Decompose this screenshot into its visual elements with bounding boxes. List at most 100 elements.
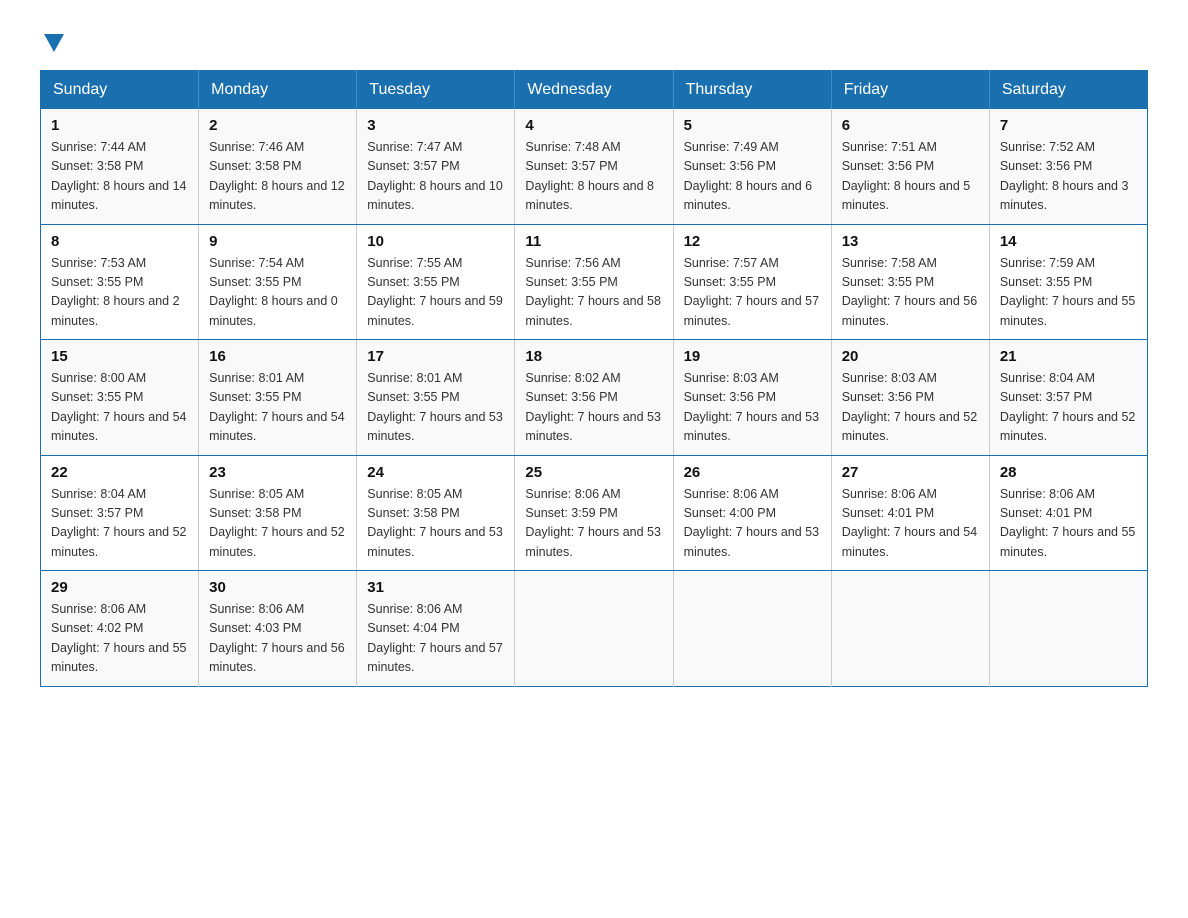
day-number: 21 — [1000, 348, 1137, 365]
logo — [40, 30, 64, 50]
calendar-cell — [831, 571, 989, 687]
day-info: Sunrise: 8:01 AMSunset: 3:55 PMDaylight:… — [367, 369, 504, 447]
day-number: 25 — [525, 464, 662, 481]
day-info: Sunrise: 8:06 AMSunset: 3:59 PMDaylight:… — [525, 485, 662, 563]
calendar-cell: 9 Sunrise: 7:54 AMSunset: 3:55 PMDayligh… — [199, 224, 357, 340]
calendar-cell: 25 Sunrise: 8:06 AMSunset: 3:59 PMDaylig… — [515, 455, 673, 571]
day-info: Sunrise: 7:47 AMSunset: 3:57 PMDaylight:… — [367, 138, 504, 216]
day-info: Sunrise: 8:06 AMSunset: 4:01 PMDaylight:… — [1000, 485, 1137, 563]
day-number: 15 — [51, 348, 188, 365]
calendar-week-row: 15 Sunrise: 8:00 AMSunset: 3:55 PMDaylig… — [41, 340, 1148, 456]
day-info: Sunrise: 8:06 AMSunset: 4:03 PMDaylight:… — [209, 600, 346, 678]
day-info: Sunrise: 8:04 AMSunset: 3:57 PMDaylight:… — [1000, 369, 1137, 447]
calendar-cell: 23 Sunrise: 8:05 AMSunset: 3:58 PMDaylig… — [199, 455, 357, 571]
day-info: Sunrise: 7:58 AMSunset: 3:55 PMDaylight:… — [842, 254, 979, 332]
day-info: Sunrise: 8:06 AMSunset: 4:01 PMDaylight:… — [842, 485, 979, 563]
day-number: 6 — [842, 117, 979, 134]
day-number: 28 — [1000, 464, 1137, 481]
calendar-week-row: 22 Sunrise: 8:04 AMSunset: 3:57 PMDaylig… — [41, 455, 1148, 571]
weekday-header-monday: Monday — [199, 71, 357, 110]
calendar-cell: 27 Sunrise: 8:06 AMSunset: 4:01 PMDaylig… — [831, 455, 989, 571]
calendar-cell: 28 Sunrise: 8:06 AMSunset: 4:01 PMDaylig… — [989, 455, 1147, 571]
day-info: Sunrise: 7:59 AMSunset: 3:55 PMDaylight:… — [1000, 254, 1137, 332]
calendar-cell: 21 Sunrise: 8:04 AMSunset: 3:57 PMDaylig… — [989, 340, 1147, 456]
day-info: Sunrise: 8:01 AMSunset: 3:55 PMDaylight:… — [209, 369, 346, 447]
day-number: 9 — [209, 233, 346, 250]
day-info: Sunrise: 7:44 AMSunset: 3:58 PMDaylight:… — [51, 138, 188, 216]
day-number: 3 — [367, 117, 504, 134]
calendar-cell: 6 Sunrise: 7:51 AMSunset: 3:56 PMDayligh… — [831, 109, 989, 224]
calendar-cell: 24 Sunrise: 8:05 AMSunset: 3:58 PMDaylig… — [357, 455, 515, 571]
weekday-header-thursday: Thursday — [673, 71, 831, 110]
day-number: 4 — [525, 117, 662, 134]
day-number: 11 — [525, 233, 662, 250]
day-number: 26 — [684, 464, 821, 481]
day-number: 22 — [51, 464, 188, 481]
calendar-cell: 13 Sunrise: 7:58 AMSunset: 3:55 PMDaylig… — [831, 224, 989, 340]
calendar-cell: 29 Sunrise: 8:06 AMSunset: 4:02 PMDaylig… — [41, 571, 199, 687]
calendar-cell: 10 Sunrise: 7:55 AMSunset: 3:55 PMDaylig… — [357, 224, 515, 340]
day-info: Sunrise: 8:03 AMSunset: 3:56 PMDaylight:… — [684, 369, 821, 447]
day-number: 16 — [209, 348, 346, 365]
calendar-cell: 26 Sunrise: 8:06 AMSunset: 4:00 PMDaylig… — [673, 455, 831, 571]
day-info: Sunrise: 7:55 AMSunset: 3:55 PMDaylight:… — [367, 254, 504, 332]
calendar-cell: 1 Sunrise: 7:44 AMSunset: 3:58 PMDayligh… — [41, 109, 199, 224]
day-number: 18 — [525, 348, 662, 365]
day-info: Sunrise: 7:46 AMSunset: 3:58 PMDaylight:… — [209, 138, 346, 216]
calendar-cell: 30 Sunrise: 8:06 AMSunset: 4:03 PMDaylig… — [199, 571, 357, 687]
calendar-cell: 14 Sunrise: 7:59 AMSunset: 3:55 PMDaylig… — [989, 224, 1147, 340]
weekday-header-sunday: Sunday — [41, 71, 199, 110]
day-number: 31 — [367, 579, 504, 596]
calendar-cell: 15 Sunrise: 8:00 AMSunset: 3:55 PMDaylig… — [41, 340, 199, 456]
day-info: Sunrise: 7:49 AMSunset: 3:56 PMDaylight:… — [684, 138, 821, 216]
day-info: Sunrise: 8:00 AMSunset: 3:55 PMDaylight:… — [51, 369, 188, 447]
day-info: Sunrise: 8:02 AMSunset: 3:56 PMDaylight:… — [525, 369, 662, 447]
day-info: Sunrise: 7:54 AMSunset: 3:55 PMDaylight:… — [209, 254, 346, 332]
calendar-cell: 5 Sunrise: 7:49 AMSunset: 3:56 PMDayligh… — [673, 109, 831, 224]
day-info: Sunrise: 8:03 AMSunset: 3:56 PMDaylight:… — [842, 369, 979, 447]
day-info: Sunrise: 7:51 AMSunset: 3:56 PMDaylight:… — [842, 138, 979, 216]
day-info: Sunrise: 8:06 AMSunset: 4:00 PMDaylight:… — [684, 485, 821, 563]
calendar-cell: 3 Sunrise: 7:47 AMSunset: 3:57 PMDayligh… — [357, 109, 515, 224]
day-info: Sunrise: 7:57 AMSunset: 3:55 PMDaylight:… — [684, 254, 821, 332]
day-info: Sunrise: 7:56 AMSunset: 3:55 PMDaylight:… — [525, 254, 662, 332]
calendar-cell: 16 Sunrise: 8:01 AMSunset: 3:55 PMDaylig… — [199, 340, 357, 456]
day-info: Sunrise: 7:48 AMSunset: 3:57 PMDaylight:… — [525, 138, 662, 216]
day-info: Sunrise: 8:05 AMSunset: 3:58 PMDaylight:… — [209, 485, 346, 563]
day-info: Sunrise: 8:06 AMSunset: 4:04 PMDaylight:… — [367, 600, 504, 678]
day-number: 5 — [684, 117, 821, 134]
weekday-header-saturday: Saturday — [989, 71, 1147, 110]
calendar-table: SundayMondayTuesdayWednesdayThursdayFrid… — [40, 70, 1148, 687]
calendar-cell: 19 Sunrise: 8:03 AMSunset: 3:56 PMDaylig… — [673, 340, 831, 456]
day-number: 2 — [209, 117, 346, 134]
day-number: 1 — [51, 117, 188, 134]
calendar-cell: 12 Sunrise: 7:57 AMSunset: 3:55 PMDaylig… — [673, 224, 831, 340]
calendar-cell: 7 Sunrise: 7:52 AMSunset: 3:56 PMDayligh… — [989, 109, 1147, 224]
weekday-header-tuesday: Tuesday — [357, 71, 515, 110]
day-info: Sunrise: 8:06 AMSunset: 4:02 PMDaylight:… — [51, 600, 188, 678]
page-header — [40, 30, 1148, 50]
day-number: 17 — [367, 348, 504, 365]
calendar-cell: 8 Sunrise: 7:53 AMSunset: 3:55 PMDayligh… — [41, 224, 199, 340]
weekday-header-wednesday: Wednesday — [515, 71, 673, 110]
calendar-cell: 20 Sunrise: 8:03 AMSunset: 3:56 PMDaylig… — [831, 340, 989, 456]
calendar-cell: 18 Sunrise: 8:02 AMSunset: 3:56 PMDaylig… — [515, 340, 673, 456]
day-info: Sunrise: 8:05 AMSunset: 3:58 PMDaylight:… — [367, 485, 504, 563]
calendar-cell: 31 Sunrise: 8:06 AMSunset: 4:04 PMDaylig… — [357, 571, 515, 687]
calendar-week-row: 1 Sunrise: 7:44 AMSunset: 3:58 PMDayligh… — [41, 109, 1148, 224]
logo-triangle-icon — [44, 34, 64, 52]
day-info: Sunrise: 7:53 AMSunset: 3:55 PMDaylight:… — [51, 254, 188, 332]
day-number: 30 — [209, 579, 346, 596]
calendar-week-row: 29 Sunrise: 8:06 AMSunset: 4:02 PMDaylig… — [41, 571, 1148, 687]
day-number: 23 — [209, 464, 346, 481]
day-number: 7 — [1000, 117, 1137, 134]
day-number: 20 — [842, 348, 979, 365]
day-number: 8 — [51, 233, 188, 250]
calendar-cell — [989, 571, 1147, 687]
calendar-cell — [515, 571, 673, 687]
day-number: 10 — [367, 233, 504, 250]
day-number: 13 — [842, 233, 979, 250]
day-number: 19 — [684, 348, 821, 365]
calendar-header-row: SundayMondayTuesdayWednesdayThursdayFrid… — [41, 71, 1148, 110]
day-number: 27 — [842, 464, 979, 481]
